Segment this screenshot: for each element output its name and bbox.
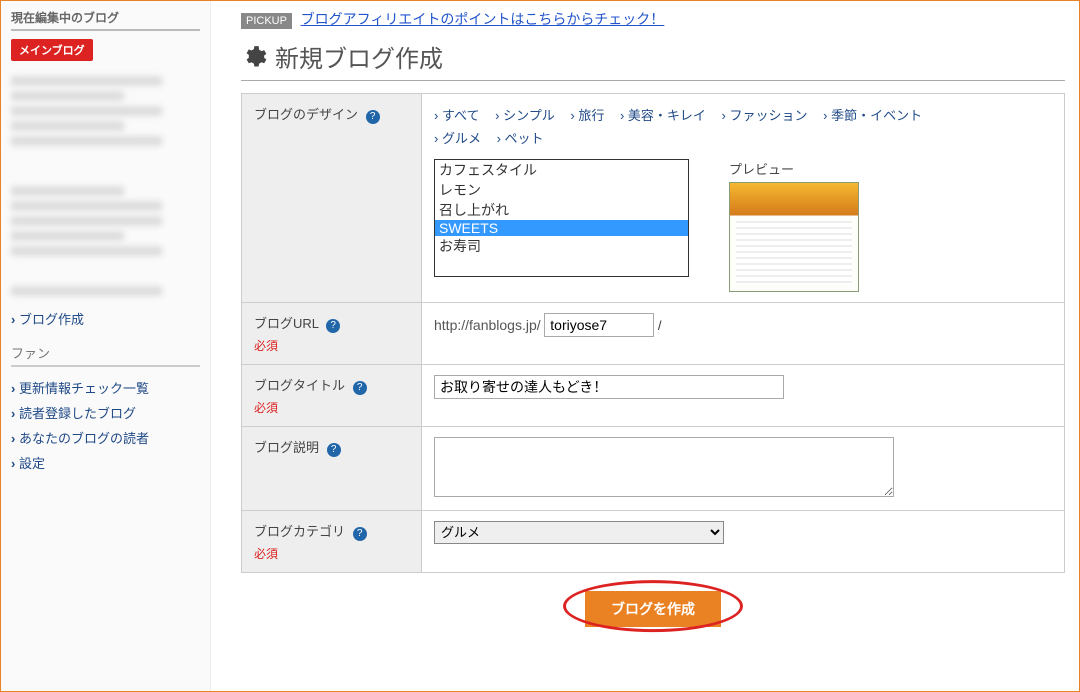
label-desc: ブログ説明 ? (242, 426, 422, 510)
pickup-link[interactable]: ブログアフィリエイトのポイントはこちらからチェック！ (301, 11, 665, 27)
url-suffix: / (658, 318, 662, 333)
fan-link-updates[interactable]: 更新情報チェック一覧 (11, 375, 200, 400)
preview-label: プレビュー (729, 159, 859, 178)
sidebar: 現在編集中のブログ メインブログ ブログ作成 ファン 更新情報チェック一覧 読者… (1, 1, 211, 691)
sidebar-heading: 現在編集中のブログ (11, 9, 200, 31)
cat-link[interactable]: ペット (497, 127, 544, 150)
design-option[interactable]: カフェスタイル (435, 160, 688, 180)
url-prefix: http://fanblogs.jp/ (434, 317, 541, 333)
design-option[interactable]: お寿司 (435, 236, 688, 256)
label-url: ブログURL ? 必須 (242, 302, 422, 364)
gear-icon (241, 44, 267, 70)
description-textarea[interactable] (434, 437, 894, 497)
cat-link[interactable]: グルメ (434, 127, 481, 150)
fan-link-registered[interactable]: 読者登録したブログ (11, 400, 200, 425)
design-list[interactable]: カフェスタイル レモン 召し上がれ SWEETS お寿司 (434, 159, 689, 277)
design-option[interactable]: 召し上がれ (435, 200, 688, 220)
label-design: ブログのデザイン ? (242, 94, 422, 303)
category-select[interactable]: グルメ (434, 521, 724, 544)
pickup-badge: PICKUP (241, 13, 292, 29)
label-title: ブログタイトル ? 必須 (242, 364, 422, 426)
design-option-selected[interactable]: SWEETS (435, 220, 688, 236)
title-input[interactable] (434, 375, 784, 399)
help-icon[interactable]: ? (327, 443, 341, 457)
cat-link[interactable]: 季節・イベント (823, 104, 922, 127)
cat-link[interactable]: 美容・キレイ (620, 104, 706, 127)
cat-link[interactable]: ファッション (722, 104, 808, 127)
fan-link-readers[interactable]: あなたのブログの読者 (11, 425, 200, 450)
create-blog-button[interactable]: ブログを作成 (585, 591, 721, 627)
fan-links: 更新情報チェック一覧 読者登録したブログ あなたのブログの読者 設定 (11, 375, 200, 475)
form-table: ブログのデザイン ? すべて シンプル 旅行 美容・キレイ ファッション 季節・… (241, 93, 1065, 573)
main-blog-badge: メインブログ (11, 39, 93, 61)
cat-link[interactable]: すべて (434, 104, 480, 127)
page-heading: 新規ブログ作成 (241, 39, 1065, 81)
page-title: 新規ブログ作成 (275, 39, 443, 74)
design-option[interactable]: レモン (435, 180, 688, 200)
preview-thumbnail (729, 182, 859, 292)
sidebar-blurred-info (11, 76, 200, 296)
cat-link[interactable]: シンプル (495, 104, 555, 127)
main-content: PICKUP ブログアフィリエイトのポイントはこちらからチェック！ 新規ブログ作… (211, 1, 1079, 691)
sidebar-link-create-blog[interactable]: ブログ作成 (11, 306, 200, 331)
url-input[interactable] (544, 313, 654, 337)
category-links: すべて シンプル 旅行 美容・キレイ ファッション 季節・イベント グルメ ペッ… (434, 104, 1052, 151)
help-icon[interactable]: ? (353, 527, 367, 541)
fan-heading: ファン (11, 343, 200, 367)
help-icon[interactable]: ? (366, 110, 380, 124)
fan-link-settings[interactable]: 設定 (11, 450, 200, 475)
label-category: ブログカテゴリ ? 必須 (242, 510, 422, 572)
cat-link[interactable]: 旅行 (570, 104, 604, 127)
help-icon[interactable]: ? (326, 319, 340, 333)
help-icon[interactable]: ? (353, 381, 367, 395)
